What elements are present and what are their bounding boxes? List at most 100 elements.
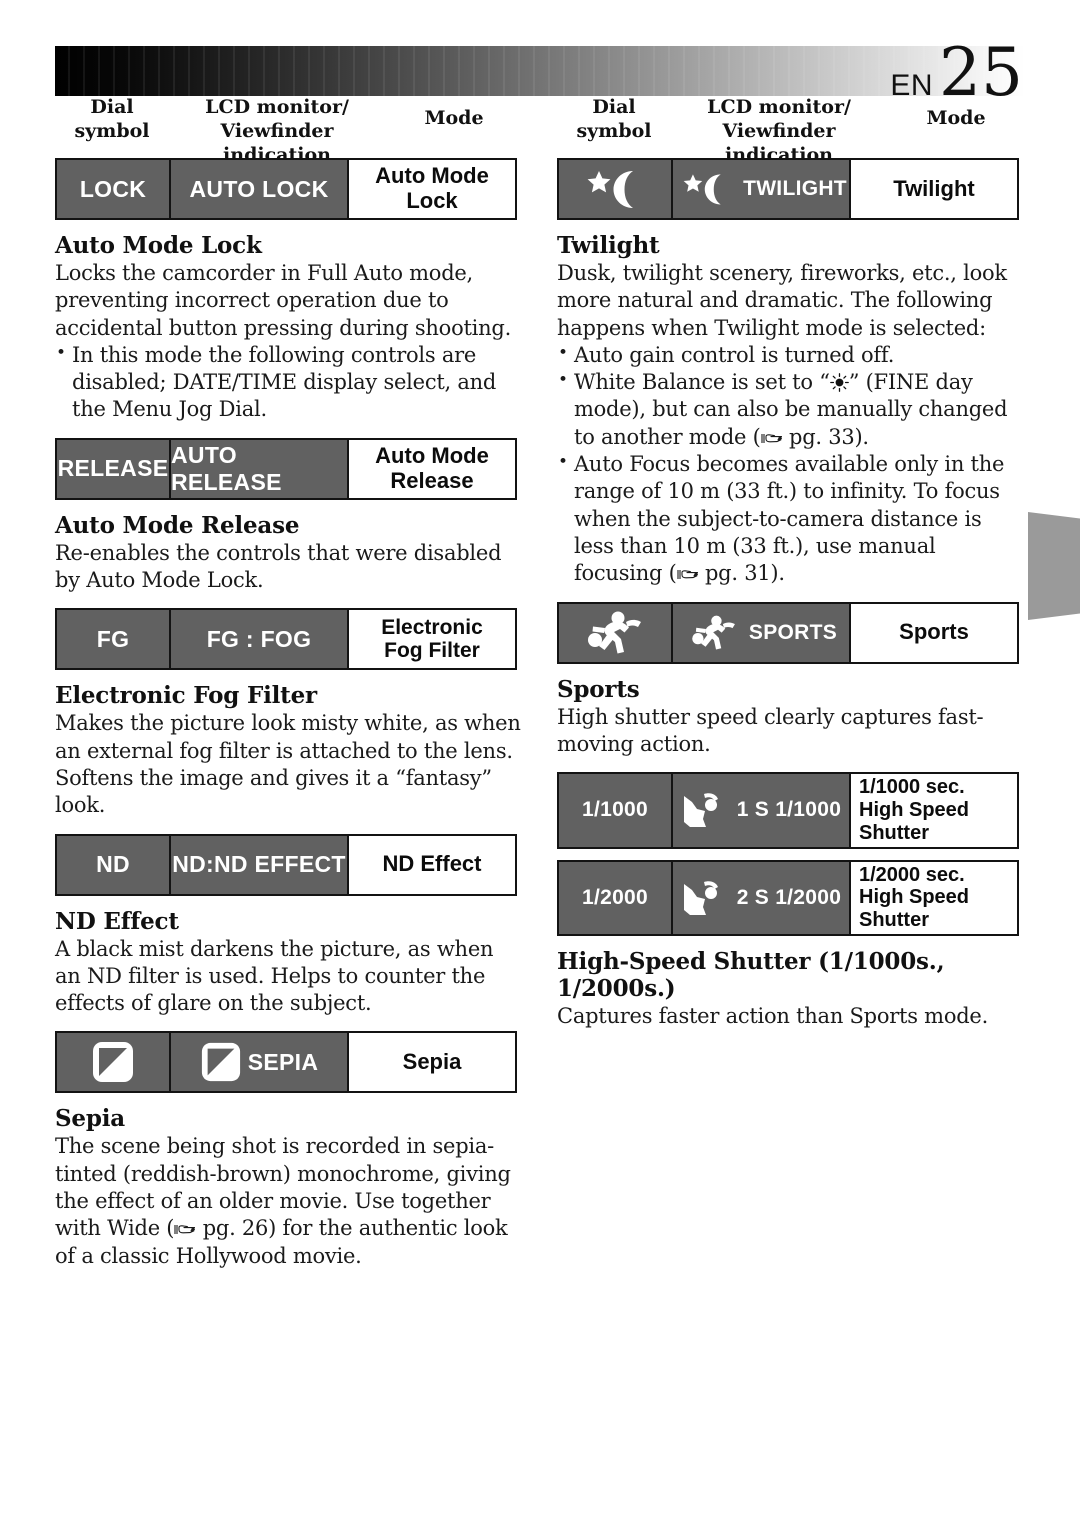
pointing-hand-icon <box>174 1217 196 1235</box>
section-title: Twilight <box>557 232 660 259</box>
col-header-dial-symbol: Dial symbol <box>55 96 169 144</box>
dial-symbol-cell: LOCK <box>57 160 171 218</box>
bullet-part1: Auto Focus becomes available only in the… <box>574 452 1005 586</box>
section-body: Re-enables the controls that were disabl… <box>55 540 502 593</box>
sepia-icon <box>91 1040 135 1084</box>
lcd-indication-cell: FG : FOG <box>171 610 349 669</box>
lcd-indication-cell: AUTO RELEASE <box>171 439 349 498</box>
section-body: Dusk, twilight scenery, fireworks, etc.,… <box>557 261 1007 340</box>
section-title: Auto Mode Lock <box>55 232 262 259</box>
section-title: Electronic Fog Filter <box>55 682 317 710</box>
col-header-dial-line2: symbol <box>576 119 652 142</box>
section-title: Sepia <box>55 1105 125 1133</box>
table-row: RELEASE AUTO RELEASE Auto Mode Release <box>55 437 517 500</box>
left-column-headers: Dial symbol LCD monitor/ Viewfinder indi… <box>55 96 523 166</box>
left-column: Dial symbol LCD monitor/ Viewfinder indi… <box>55 96 523 1270</box>
col-header-dial-line2: symbol <box>74 119 150 142</box>
lcd-indication-label: TWILIGHT <box>743 177 847 200</box>
section-body: High shutter speed clearly captures fast… <box>557 704 984 756</box>
section-title: Sports <box>557 675 640 703</box>
mode-cell: Auto Mode Lock <box>349 160 515 218</box>
mode-cell: ND Effect <box>349 835 515 894</box>
col-header-lcd-line1: LCD monitor/ <box>205 96 349 118</box>
lcd-indication-number: 1 <box>736 798 749 822</box>
sports-runner-icon <box>579 610 651 656</box>
section-body: Locks the camcorder in Full Auto mode, p… <box>55 261 512 340</box>
lcd-indication-label: SEPIA <box>247 1048 319 1075</box>
sepia-icon <box>200 1041 242 1083</box>
lcd-indication-label: S 1/2000 <box>754 885 842 909</box>
pointing-hand-icon <box>676 562 699 580</box>
twilight-moon-star-icon <box>577 167 653 211</box>
col-header-mode: Mode <box>926 107 986 129</box>
dial-symbol-cell: 1/1000 <box>559 774 673 847</box>
lcd-indication-number: 2 <box>736 885 749 909</box>
section-body: The scene being shot is recorded in sepi… <box>55 1133 523 1269</box>
mode-cell-line2: High Speed Shutter <box>859 798 970 844</box>
dial-symbol-cell: ND <box>57 835 171 894</box>
table-row: ND ND:ND EFFECT ND Effect <box>55 833 517 896</box>
table-row: LOCK AUTO LOCK Auto Mode Lock <box>55 158 517 220</box>
mode-cell-line1: 1/2000 sec. <box>859 863 965 886</box>
section-bullet: In this mode the following controls are … <box>55 342 523 424</box>
col-header-lcd-indication: LCD monitor/ Viewfinder indication <box>169 96 385 167</box>
lcd-indication-cell: ND:ND EFFECT <box>171 835 349 894</box>
mode-cell: Twilight <box>851 160 1017 218</box>
mode-cell: 1/2000 sec. High Speed Shutter <box>851 861 1017 934</box>
mode-cell: Sepia <box>349 1033 515 1092</box>
col-header-mode: Mode <box>424 107 484 129</box>
mode-cell: 1/1000 sec. High Speed Shutter <box>851 774 1017 847</box>
mode-cell-line2: High Speed Shutter <box>859 886 970 932</box>
lcd-indication-cell: 2 S 1/2000 <box>673 861 851 934</box>
section-title: High-Speed Shutter (1/1000s., 1/2000s.) <box>557 947 945 1002</box>
lcd-indication-cell: SPORTS <box>673 603 851 662</box>
header-gradient-bar <box>55 46 1025 96</box>
table-row: 1/1000 1 S 1/1000 1/1000 sec. High Speed… <box>557 772 1019 849</box>
mode-cell: Sports <box>851 603 1017 662</box>
page-edge-tab <box>1028 512 1080 620</box>
section-body: Makes the picture look misty white, as w… <box>55 711 521 818</box>
lcd-indication-cell: TWILIGHT <box>673 160 851 218</box>
sports-runner-icon <box>685 613 743 653</box>
col-header-dial-line1: Dial <box>592 96 636 118</box>
section-bullet: Auto Focus becomes available only in the… <box>557 451 1025 587</box>
lcd-indication-cell: SEPIA <box>171 1033 349 1092</box>
dial-symbol-cell <box>559 603 673 662</box>
page-header: EN 25 <box>55 40 1025 106</box>
section-body: Captures faster action than Sports mode. <box>557 1003 989 1028</box>
section-body: A black mist darkens the picture, as whe… <box>55 936 494 1016</box>
col-header-dial-symbol: Dial symbol <box>557 96 671 144</box>
section-title: Auto Mode Release <box>55 511 300 539</box>
dial-symbol-cell: FG <box>57 610 171 669</box>
lcd-indication-label: SPORTS <box>748 620 838 644</box>
table-row: 1/2000 2 S 1/2000 1/2000 sec. High Speed… <box>557 859 1019 936</box>
dial-symbol-cell: 1/2000 <box>559 861 673 934</box>
mode-cell-line2: Fog Filter <box>384 639 480 663</box>
bullet-page-ref: pg. 31). <box>698 561 785 586</box>
table-row: TWILIGHT Twilight <box>557 158 1019 220</box>
golfer-icon <box>681 791 731 829</box>
section-bullet: Auto gain control is turned off. <box>557 342 1025 369</box>
col-header-dial-line1: Dial <box>90 96 134 118</box>
mode-cell: Electronic Fog Filter <box>349 610 515 669</box>
col-header-lcd-indication: LCD monitor/ Viewfinder indication <box>671 96 887 167</box>
dial-symbol-cell <box>57 1033 171 1092</box>
table-row: SPORTS Sports <box>557 601 1019 664</box>
bullet-part1: White Balance is set to “ <box>574 370 830 395</box>
col-header-lcd-line1: LCD monitor/ <box>707 96 851 118</box>
section-body-page-ref: pg. 26) <box>196 1216 277 1241</box>
section-bullet: White Balance is set to “” (FINE day mod… <box>557 369 1025 451</box>
bullet-page-ref: pg. 33). <box>782 424 869 449</box>
right-column: Dial symbol LCD monitor/ Viewfinder indi… <box>557 96 1025 1030</box>
mode-cell-line1: 1/1000 sec. <box>859 776 965 799</box>
mode-cell: Auto Mode Release <box>349 439 515 498</box>
pointing-hand-icon <box>761 426 783 443</box>
dial-symbol-cell: RELEASE <box>57 439 171 498</box>
fine-day-sun-icon <box>829 372 849 393</box>
golfer-icon <box>681 879 731 917</box>
lcd-indication-cell: 1 S 1/1000 <box>673 774 851 847</box>
table-row: FG FG : FOG Electronic Fog Filter <box>55 608 517 671</box>
dial-symbol-cell <box>559 160 673 218</box>
twilight-moon-star-icon <box>675 169 737 209</box>
mode-cell-line1: Electronic <box>381 615 483 639</box>
